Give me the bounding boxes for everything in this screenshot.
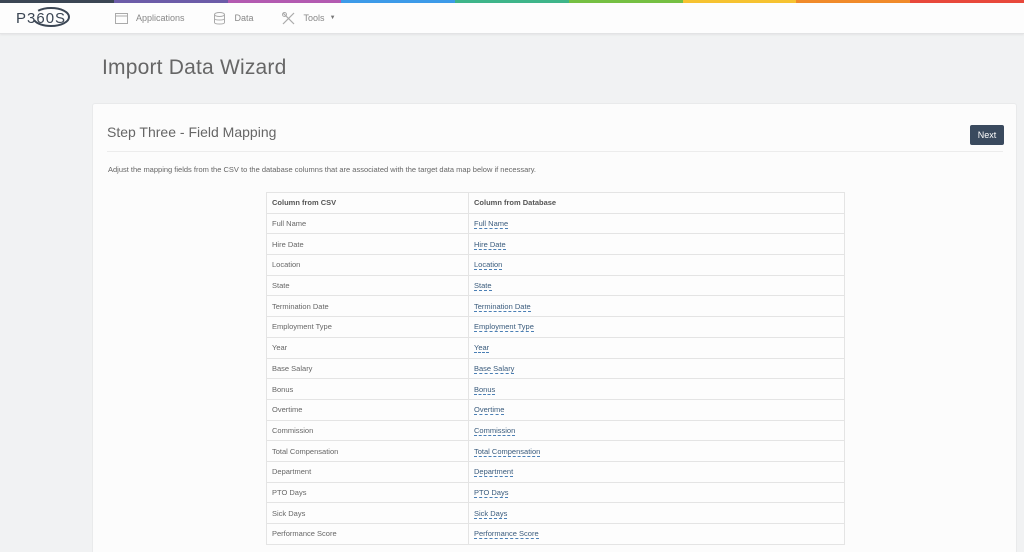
next-button[interactable]: Next [970,125,1004,145]
db-column-select[interactable]: Sick Days [474,508,508,519]
csv-column-cell: Employment Type [266,316,469,338]
csv-column-cell: Location [266,254,469,276]
db-column-cell: Sick Days [468,502,845,524]
nav-tools-label: Tools [303,13,325,23]
panel-heading: Step Three - Field Mapping Next [107,104,1004,152]
db-column-cell: PTO Days [468,481,845,504]
csv-column-cell: Commission [266,419,469,442]
db-column-select[interactable]: Hire Date [474,239,506,250]
table-row: Sick Days Sick Days [266,502,845,524]
db-column-select[interactable]: Performance Score [474,529,539,540]
db-column-select[interactable]: Location [474,260,503,271]
logo-text: P360S [16,10,66,27]
table-row: Department Department [266,460,845,483]
wizard-panel: Step Three - Field Mapping Next Adjust t… [92,103,1017,552]
db-column-select[interactable]: Department [474,467,514,478]
db-column-select[interactable]: Total Compensation [474,446,541,457]
db-column-select[interactable]: Bonus [474,384,496,395]
db-column-cell: Year [468,336,845,359]
db-column-cell: Hire Date [468,233,845,256]
csv-column-cell: Bonus [266,378,469,400]
table-row: PTO Days PTO Days [266,481,845,504]
csv-column-cell: State [266,274,469,297]
csv-column-cell: Department [266,460,469,483]
csv-column-cell: Hire Date [266,233,469,256]
csv-column-cell: Total Compensation [266,440,469,462]
table-row: Year Year [266,336,845,359]
db-column-select[interactable]: Base Salary [474,363,515,374]
db-column-select[interactable]: Overtime [474,405,505,416]
table-row: Performance Score Performance Score [266,523,845,545]
nav-data[interactable]: Data [213,11,254,25]
db-column-select[interactable]: Full Name [474,219,509,230]
logo[interactable]: P360S [16,4,86,32]
db-column-select[interactable]: Year [474,343,490,354]
page-title: Import Data Wizard [102,56,287,79]
csv-column-cell: Full Name [266,212,469,235]
field-mapping-table: Column from CSV Column from Database Ful… [266,192,845,545]
db-column-select[interactable]: PTO Days [474,487,509,498]
db-column-cell: Performance Score [468,523,845,545]
tools-icon [282,11,296,25]
table-row: Bonus Bonus [266,378,845,400]
table-row: Hire Date Hire Date [266,233,845,256]
table-row: Base Salary Base Salary [266,357,845,380]
nav-tools[interactable]: Tools ▼ [282,11,336,25]
chevron-down-icon: ▼ [329,15,336,21]
db-column-cell: Overtime [468,398,845,421]
csv-column-cell: Sick Days [266,502,469,524]
table-row: Employment Type Employment Type [266,316,845,338]
header-db-column: Column from Database [468,192,845,214]
table-row: Overtime Overtime [266,398,845,421]
db-column-cell: Base Salary [468,357,845,380]
db-column-cell: Full Name [468,212,845,235]
db-column-cell: Commission [468,419,845,442]
db-column-cell: Location [468,254,845,276]
db-column-select[interactable]: Termination Date [474,301,531,312]
table-row: Full Name Full Name [266,212,845,235]
step-title: Step Three - Field Mapping [107,124,277,140]
table-header-row: Column from CSV Column from Database [266,192,845,214]
nav-applications[interactable]: Applications [114,11,185,25]
table-row: Termination Date Termination Date [266,295,845,318]
db-column-cell: Total Compensation [468,440,845,462]
db-column-select[interactable]: Commission [474,425,516,436]
db-column-select[interactable]: State [474,281,492,292]
logo-mark: P360S [16,7,70,27]
table-row: Total Compensation Total Compensation [266,440,845,462]
step-description: Adjust the mapping fields from the CSV t… [108,165,537,174]
nav-applications-label: Applications [136,13,185,23]
db-column-cell: Termination Date [468,295,845,318]
top-navbar: P360S Applications Data Tools ▼ [0,3,1024,34]
calendar-icon [114,11,128,25]
db-column-cell: Bonus [468,378,845,400]
csv-column-cell: Base Salary [266,357,469,380]
database-icon [213,11,227,25]
db-column-select[interactable]: Employment Type [474,322,534,333]
csv-column-cell: Year [266,336,469,359]
table-row: State State [266,274,845,297]
csv-column-cell: Termination Date [266,295,469,318]
nav-data-label: Data [234,13,254,23]
table-row: Commission Commission [266,419,845,442]
csv-column-cell: PTO Days [266,481,469,504]
db-column-cell: State [468,274,845,297]
db-column-cell: Department [468,460,845,483]
csv-column-cell: Performance Score [266,523,469,545]
header-csv-column: Column from CSV [266,192,469,214]
csv-column-cell: Overtime [266,398,469,421]
db-column-cell: Employment Type [468,316,845,338]
table-row: Location Location [266,254,845,276]
